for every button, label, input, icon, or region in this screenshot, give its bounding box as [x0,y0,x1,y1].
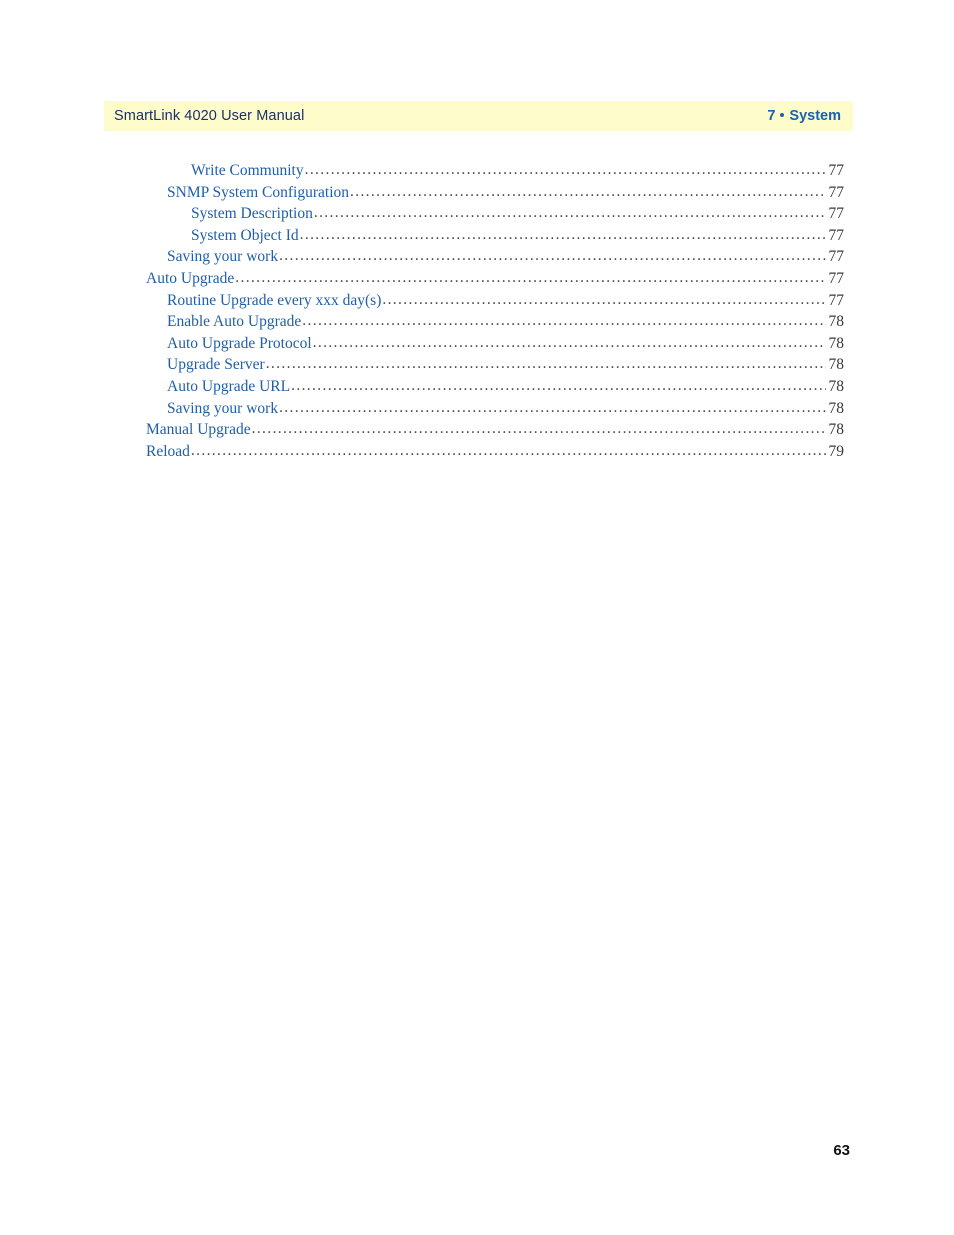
toc-entry[interactable]: Saving your work 78 [146,400,844,422]
toc-leader-dots [235,269,826,287]
toc-entry-page: 77 [828,226,845,244]
toc-entry-page: 78 [828,313,845,331]
toc-entry[interactable]: System Description 77 [146,205,844,227]
toc-entry[interactable]: Saving your work 77 [146,248,844,270]
toc-entry[interactable]: Write Community 77 [146,162,844,184]
toc-entry-page: 77 [828,205,845,223]
toc-leader-dots [305,161,826,179]
toc-entry[interactable]: Auto Upgrade URL 78 [146,378,844,400]
toc-entry-label: Reload [146,442,190,460]
toc-entry-label: System Object Id [191,226,299,244]
toc-entry-label: Enable Auto Upgrade [167,313,302,331]
toc-entry[interactable]: SNMP System Configuration 77 [146,184,844,206]
toc-entry-label: Saving your work [167,248,279,266]
toc-entry-page: 78 [828,334,845,352]
chapter-label: 7 System [767,108,841,124]
bullet-dot-icon [780,113,785,117]
toc-leader-dots [382,291,826,309]
toc-leader-dots [313,334,826,352]
toc-entry-label: Routine Upgrade every xxx day(s) [167,291,382,309]
toc-entry-page: 77 [828,183,845,201]
toc-entry[interactable]: Auto Upgrade Protocol 78 [146,335,844,357]
toc-entry-page: 77 [828,291,845,309]
toc-leader-dots [191,442,826,460]
chapter-name: System [789,108,841,124]
toc-entry-page: 78 [828,377,845,395]
toc-leader-dots [300,226,826,244]
toc-entry-page: 77 [828,269,845,287]
toc-entry[interactable]: System Object Id 77 [146,227,844,249]
toc-entry[interactable]: Manual Upgrade 78 [146,421,844,443]
toc-entry-label: System Description [191,205,313,223]
toc-leader-dots [350,183,826,201]
toc-entry-label: SNMP System Configuration [167,183,349,201]
toc-leader-dots [252,420,826,438]
toc-entry-page: 78 [828,399,845,417]
toc-entry-label: Manual Upgrade [146,421,251,439]
toc-entry[interactable]: Reload 79 [146,443,844,465]
toc-entry-page: 77 [828,162,845,179]
running-header: SmartLink 4020 User Manual 7 System [104,101,853,131]
toc-leader-dots [279,399,826,417]
toc-entry[interactable]: Routine Upgrade every xxx day(s) 77 [146,292,844,314]
toc-entry-label: Write Community [191,162,304,179]
toc-entry-label: Auto Upgrade URL [167,377,291,395]
toc-entry-label: Saving your work [167,399,279,417]
manual-title: SmartLink 4020 User Manual [114,108,305,124]
toc-entry[interactable]: Auto Upgrade 77 [146,270,844,292]
toc-entry[interactable]: Upgrade Server 78 [146,356,844,378]
toc-entry-label: Auto Upgrade [146,269,235,287]
page-number: 63 [833,1142,850,1159]
toc-leader-dots [266,355,826,373]
toc-entry[interactable]: Enable Auto Upgrade 78 [146,313,844,335]
toc-leader-dots [302,312,826,330]
chapter-number: 7 [767,108,776,124]
toc-entry-page: 79 [828,442,845,460]
toc-entry-label: Auto Upgrade Protocol [167,334,312,352]
toc-leader-dots [291,377,826,395]
toc-entry-label: Upgrade Server [167,356,265,374]
toc-leader-dots [314,204,826,222]
toc-leader-dots [279,247,826,265]
toc-entry-page: 77 [828,248,845,266]
toc-entry-page: 78 [828,421,845,439]
toc-entry-page: 78 [828,356,845,374]
table-of-contents: Write Community77SNMP System Configurati… [146,162,844,464]
